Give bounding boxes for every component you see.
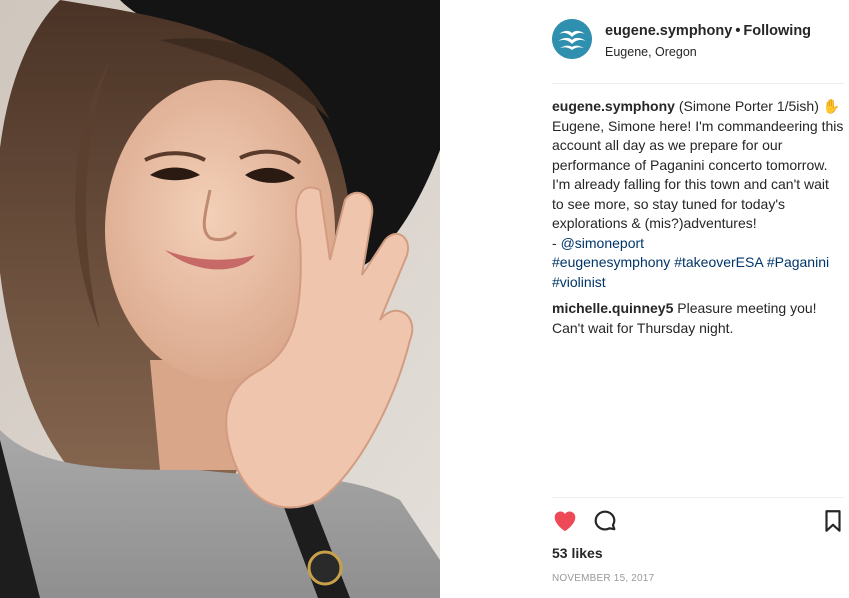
photo-image bbox=[0, 0, 440, 598]
header-username-link[interactable]: eugene.symphony bbox=[605, 23, 732, 39]
like-button[interactable] bbox=[552, 508, 580, 536]
caption: eugene.symphony (Simone Porter 1/5ish) ✋… bbox=[552, 97, 844, 292]
hashtag-link[interactable]: #Paganini bbox=[767, 254, 829, 270]
comment-button[interactable] bbox=[592, 508, 620, 536]
comment: michelle.quinney5 Pleasure meeting you! … bbox=[552, 299, 844, 338]
mention-link[interactable]: @simoneport bbox=[561, 235, 644, 251]
location-link[interactable]: Eugene, Oregon bbox=[605, 45, 697, 59]
caption-intro: (Simone Porter 1/5ish) ✋ bbox=[678, 98, 841, 114]
comments-section: eugene.symphony (Simone Porter 1/5ish) ✋… bbox=[552, 97, 844, 338]
heart-icon bbox=[554, 511, 576, 532]
divider bbox=[552, 497, 844, 498]
follow-status-button[interactable]: Following bbox=[743, 23, 811, 39]
comment-icon bbox=[594, 510, 616, 531]
post-photo[interactable] bbox=[0, 0, 440, 598]
hashtag-link[interactable]: #eugenesymphony bbox=[552, 254, 670, 270]
bookmark-icon bbox=[825, 510, 841, 532]
action-bar bbox=[552, 508, 844, 538]
caption-username-link[interactable]: eugene.symphony bbox=[552, 98, 675, 114]
avatar[interactable] bbox=[552, 19, 592, 59]
comment-username-link[interactable]: michelle.quinney5 bbox=[552, 300, 673, 316]
divider bbox=[552, 83, 844, 84]
hashtag-link[interactable]: #takeoverESA bbox=[674, 254, 763, 270]
photo-gap bbox=[440, 0, 528, 598]
hashtag-link[interactable]: #violinist bbox=[552, 274, 606, 290]
caption-body: Eugene, Simone here! I'm commandeering t… bbox=[552, 117, 844, 232]
separator-dot: • bbox=[735, 23, 741, 39]
post-header: eugene.symphony • Following Eugene, Oregon bbox=[552, 17, 844, 65]
header-username-row: eugene.symphony • Following bbox=[605, 23, 811, 39]
likes-count[interactable]: 53 likes bbox=[552, 545, 603, 561]
wave-logo-icon bbox=[552, 19, 592, 59]
signoff-prefix: - bbox=[552, 234, 561, 251]
post-date[interactable]: NOVEMBER 15, 2017 bbox=[552, 573, 654, 584]
save-button[interactable] bbox=[820, 508, 848, 536]
post-details-panel: eugene.symphony • Following Eugene, Oregon… bbox=[528, 0, 849, 598]
